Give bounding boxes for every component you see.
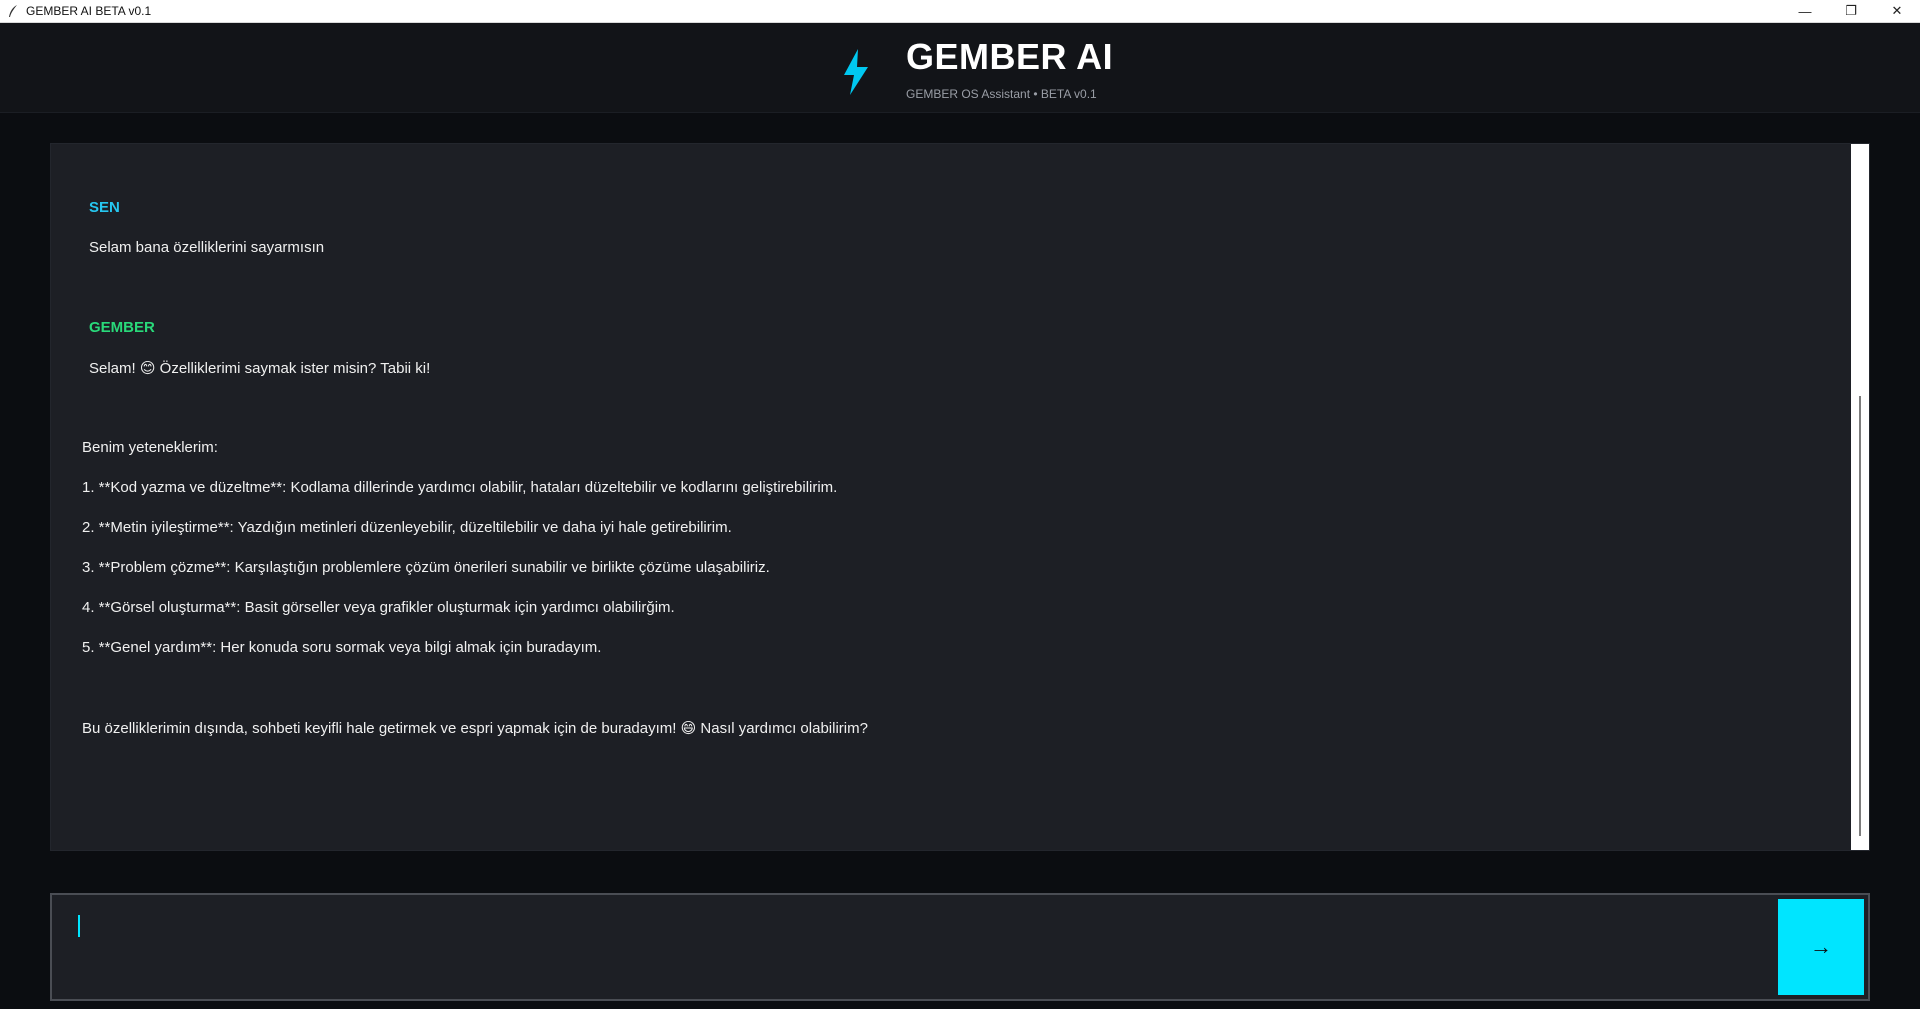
window-titlebar: GEMBER AI BETA v0.1 — ❐ ✕ [0, 0, 1920, 23]
assistant-message-line: 3. **Problem çözme**: Karşılaştığın prob… [82, 559, 770, 576]
assistant-message-line: 5. **Genel yardım**: Her konuda soru sor… [82, 639, 602, 656]
text-caret [78, 915, 80, 937]
assistant-label: GEMBER [89, 319, 155, 336]
close-button[interactable]: ✕ [1874, 0, 1920, 23]
send-button[interactable]: → [1778, 899, 1864, 995]
minimize-button[interactable]: — [1782, 0, 1828, 23]
assistant-message-line: Benim yeteneklerim: [82, 439, 218, 456]
lightning-bolt-icon [844, 49, 868, 95]
window-title: GEMBER AI BETA v0.1 [26, 4, 152, 18]
message-input[interactable]: → [50, 893, 1870, 1001]
chat-scrollbar-thumb[interactable] [1859, 396, 1861, 836]
app-subtitle: GEMBER OS Assistant • BETA v0.1 [906, 87, 1097, 101]
assistant-message-line: 4. **Görsel oluşturma**: Basit görseller… [82, 599, 675, 616]
user-message: Selam bana özelliklerini sayarmısın [89, 239, 325, 256]
assistant-message-line: 2. **Metin iyileştirme**: Yazdığın metin… [82, 519, 732, 536]
assistant-message-line: Bu özelliklerimin dışında, sohbeti keyif… [82, 720, 868, 737]
assistant-message-line: Selam! 😊 Özelliklerimi saymak ister misi… [89, 360, 431, 377]
app-header: GEMBER AI GEMBER OS Assistant • BETA v0.… [0, 23, 1920, 113]
feather-icon [6, 4, 20, 18]
maximize-button[interactable]: ❐ [1828, 0, 1874, 23]
app-title: GEMBER AI [906, 36, 1114, 77]
chat-history[interactable]: SEN Selam bana özelliklerini sayarmısın … [50, 143, 1870, 851]
user-label: SEN [89, 199, 120, 216]
assistant-message-line: 1. **Kod yazma ve düzeltme**: Kodlama di… [82, 479, 838, 496]
